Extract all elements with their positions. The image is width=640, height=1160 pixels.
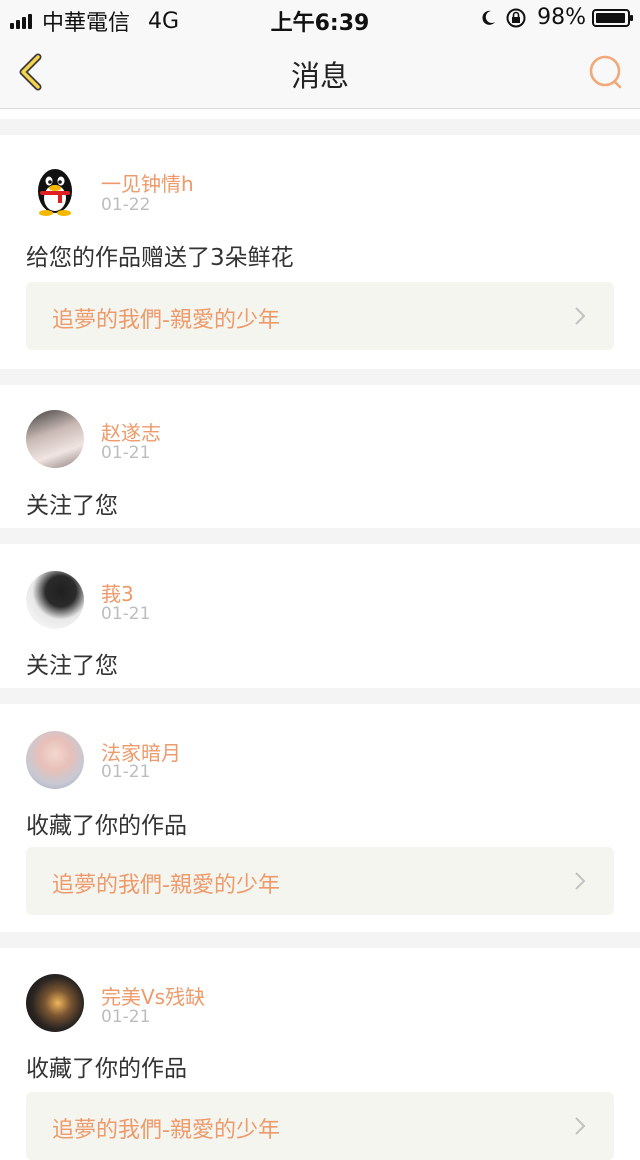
message-date: 01-22 <box>101 195 151 215</box>
work-title: 追夢的我們-親愛的少年 <box>52 308 280 333</box>
avatar[interactable] <box>26 161 84 219</box>
action-text: 关注了您 <box>26 493 118 519</box>
action-text: 给您的作品赠送了3朵鲜花 <box>26 245 294 271</box>
message-item[interactable]: 完美Vs残缺 01-21 收藏了你的作品 追夢的我們-親愛的少年 <box>0 948 640 1160</box>
avatar[interactable] <box>26 571 84 629</box>
nav-bar: 消息 <box>0 36 640 109</box>
avatar[interactable] <box>26 974 84 1032</box>
action-text: 收藏了你的作品 <box>26 813 187 839</box>
battery-percent: 98% <box>537 5 586 30</box>
username[interactable]: 完美Vs残缺 <box>101 981 205 1010</box>
message-date: 01-21 <box>101 604 151 624</box>
username[interactable]: 一见钟情h <box>101 168 194 197</box>
action-text: 关注了您 <box>26 653 118 679</box>
message-item[interactable]: 莪3 01-21 关注了您 <box>0 544 640 688</box>
action-text: 收藏了你的作品 <box>26 1056 187 1082</box>
chevron-right-icon <box>575 872 586 890</box>
avatar[interactable] <box>26 410 84 468</box>
username[interactable]: 赵遂志 <box>101 417 161 446</box>
message-date: 01-21 <box>101 443 151 463</box>
avatar[interactable] <box>26 731 84 789</box>
page-title: 消息 <box>290 59 349 93</box>
moon-icon <box>482 10 496 25</box>
message-item[interactable]: 法家暗月 01-21 收藏了你的作品 追夢的我們-親愛的少年 <box>0 704 640 932</box>
work-link[interactable]: 追夢的我們-親愛的少年 <box>26 1092 614 1160</box>
chevron-right-icon <box>575 307 586 325</box>
separator <box>0 932 640 948</box>
work-title: 追夢的我們-親愛的少年 <box>52 873 280 898</box>
status-bar: 中華電信 4G 上午6:39 98% <box>0 0 640 36</box>
separator <box>0 688 640 704</box>
message-item[interactable]: 一见钟情h 01-22 给您的作品赠送了3朵鲜花 追夢的我們-親愛的少年 <box>0 135 640 369</box>
work-title: 追夢的我們-親愛的少年 <box>52 1118 280 1143</box>
message-date: 01-21 <box>101 1007 151 1027</box>
status-right: 98% <box>479 5 633 30</box>
message-date: 01-21 <box>101 762 151 782</box>
work-link[interactable]: 追夢的我們-親愛的少年 <box>26 847 614 915</box>
chevron-right-icon <box>575 1117 586 1135</box>
search-icon[interactable] <box>586 52 626 92</box>
rotation-lock-icon <box>506 8 526 27</box>
separator <box>0 369 640 385</box>
username[interactable]: 莪3 <box>101 578 134 607</box>
separator <box>0 528 640 544</box>
battery-icon <box>592 8 633 27</box>
separator <box>0 119 640 135</box>
message-item[interactable]: 赵遂志 01-21 关注了您 <box>0 385 640 528</box>
penguin-avatar-icon <box>38 169 72 216</box>
work-link[interactable]: 追夢的我們-親愛的少年 <box>26 282 614 350</box>
battery-fill <box>596 12 626 23</box>
